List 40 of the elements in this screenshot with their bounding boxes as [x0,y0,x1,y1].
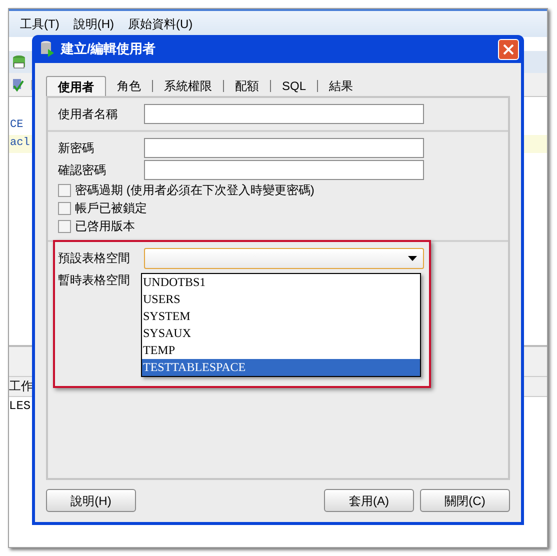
tab[interactable]: SQL [271,76,318,96]
tab[interactable]: 使用者 [46,76,106,96]
close-icon [503,44,514,54]
dropdown-option[interactable]: TEMP [142,342,420,359]
input-field[interactable] [144,138,424,158]
window-title: 建立/編輯使用者 [61,40,157,58]
menu-item[interactable]: 工具(T) [20,15,60,33]
checkbox-label: 密碼過期 (使用者必須在下次登入時變更密碼) [75,182,314,199]
dropdown-option[interactable]: UNDOTBS1 [142,274,420,291]
checkbox[interactable] [58,220,71,232]
tab[interactable]: 角色 [106,76,152,96]
tab[interactable]: 配額 [224,76,270,96]
dropdown-arrow-icon [408,256,417,260]
field-label: 預設表格空間 [58,250,131,267]
dropdown-option[interactable]: SYSAUX [142,325,420,342]
checkbox[interactable] [58,202,71,214]
check-icon[interactable] [11,78,25,92]
tab[interactable]: 結果 [318,76,364,96]
menu-item[interactable]: 原始資料(U) [128,15,193,33]
dialog-button[interactable]: 關閉(C) [420,489,510,512]
database-icon [39,40,55,58]
database-icon[interactable] [11,54,27,70]
menu-item[interactable]: 說明(H) [73,15,114,33]
field-label: 使用者名稱 [58,106,119,123]
code-line: CE [9,118,24,133]
checkbox-label: 已啓用版本 [75,218,135,235]
checkbox-label: 帳戶已被鎖定 [75,200,147,217]
dialog-button[interactable]: 說明(H) [46,489,136,512]
dropdown-field[interactable] [144,248,424,268]
dropdown-option[interactable]: SYSTEM [142,308,420,325]
field-label: 暫時表格空間 [58,272,131,289]
checkbox[interactable] [58,184,71,196]
input-field[interactable] [144,104,424,124]
input-field[interactable] [144,160,424,180]
tab[interactable]: 系統權限 [153,76,223,96]
dropdown-option[interactable]: TESTTABLESPACE [142,359,420,376]
close-button[interactable] [498,38,519,60]
dropdown-option[interactable]: USERS [142,291,420,308]
dialog-button[interactable]: 套用(A) [324,489,414,512]
field-label: 確認密碼 [58,162,107,179]
